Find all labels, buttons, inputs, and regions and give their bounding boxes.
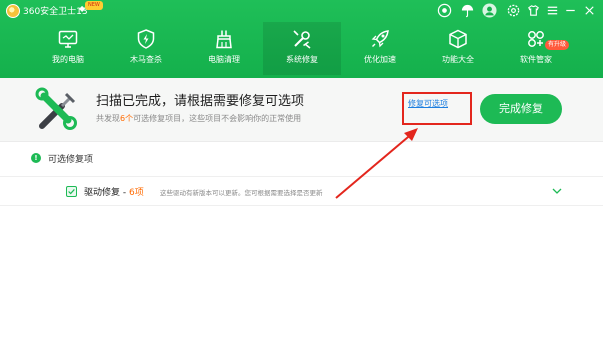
top-bar: 360安全卫士13 ◆ NEW 我的电脑 木马查杀 电脑清理 系统修复 优化加速… [0,0,603,78]
section-header: ! 可选修复项 [0,148,603,170]
nav-item-my-computer[interactable]: 我的电脑 [29,22,107,75]
section-title: 可选修复项 [48,155,94,165]
complete-repair-button[interactable]: 完成修复 [480,94,562,124]
banner-title: 扫描已完成，请根据需要修复可选项 [96,94,305,109]
wrench-screwdriver-icon [291,28,313,50]
nav-label: 木马查杀 [130,55,162,64]
main-nav: 我的电脑 木马查杀 电脑清理 系统修复 优化加速 功能大全 软件管家 有升级 [29,22,593,75]
app-title: 360安全卫士13 [23,7,88,17]
info-icon: ! [31,153,41,163]
close-icon[interactable] [582,3,597,18]
app-logo-icon [6,4,20,18]
nav-item-all-features[interactable]: 功能大全 [419,22,497,75]
shield-sync-icon[interactable] [437,3,452,18]
scan-result-banner: 扫描已完成，请根据需要修复可选项 共发现6个可选修复项目，这些项目不会影响你的正… [0,78,603,142]
settings-icon[interactable] [506,3,521,18]
row-title-text: 驱动修复 [84,188,121,198]
umbrella-icon[interactable] [460,3,475,18]
broom-icon [213,28,235,50]
rocket-icon [369,28,391,50]
banner-subtitle: 共发现6个可选修复项目，这些项目不会影响你的正常使用 [96,113,301,124]
found-count: 6个 [120,114,134,123]
nav-item-trojan-scan[interactable]: 木马查杀 [107,22,185,75]
nav-label: 电脑清理 [208,55,240,64]
subtitle-prefix: 共发现 [96,114,120,123]
nav-item-software-manager[interactable]: 软件管家 有升级 [497,22,575,75]
repair-optional-link[interactable]: 修复可选项 [408,98,448,109]
shield-lightning-icon [135,28,157,50]
chevron-down-icon[interactable] [551,185,563,197]
nav-label: 我的电脑 [52,55,84,64]
row-description: 这些驱动有新版本可以更新。您可根据需要选择是否更新 [160,189,323,197]
cube-icon [447,28,469,50]
subtitle-suffix: 可选修复项目，这些项目不会影响你的正常使用 [133,114,302,123]
nav-label: 功能大全 [442,55,474,64]
title-bar: 360安全卫士13 ◆ NEW [0,0,603,22]
nav-label: 软件管家 [520,55,552,64]
row-count: 6项 [129,188,144,198]
new-badge: NEW [85,1,103,10]
menu-icon[interactable] [545,3,560,18]
row-separator: - [120,188,129,198]
user-avatar-icon[interactable] [482,3,497,18]
upgrade-badge: 有升级 [544,40,569,50]
monitor-icon [57,28,79,50]
software-grid-icon [525,28,547,50]
nav-item-optimize[interactable]: 优化加速 [341,22,419,75]
driver-repair-checkbox[interactable] [66,186,77,197]
nav-label: 系统修复 [286,55,318,64]
nav-label: 优化加速 [364,55,396,64]
skin-icon[interactable] [526,3,541,18]
nav-item-cleanup[interactable]: 电脑清理 [185,22,263,75]
repair-tools-icon [32,86,80,134]
minimize-icon[interactable] [563,3,578,18]
row-title: 驱动修复 - 6项 [84,185,144,198]
nav-item-system-repair[interactable]: 系统修复 [263,22,341,75]
list-item[interactable]: 驱动修复 - 6项 这些驱动有新版本可以更新。您可根据需要选择是否更新 [0,176,603,206]
